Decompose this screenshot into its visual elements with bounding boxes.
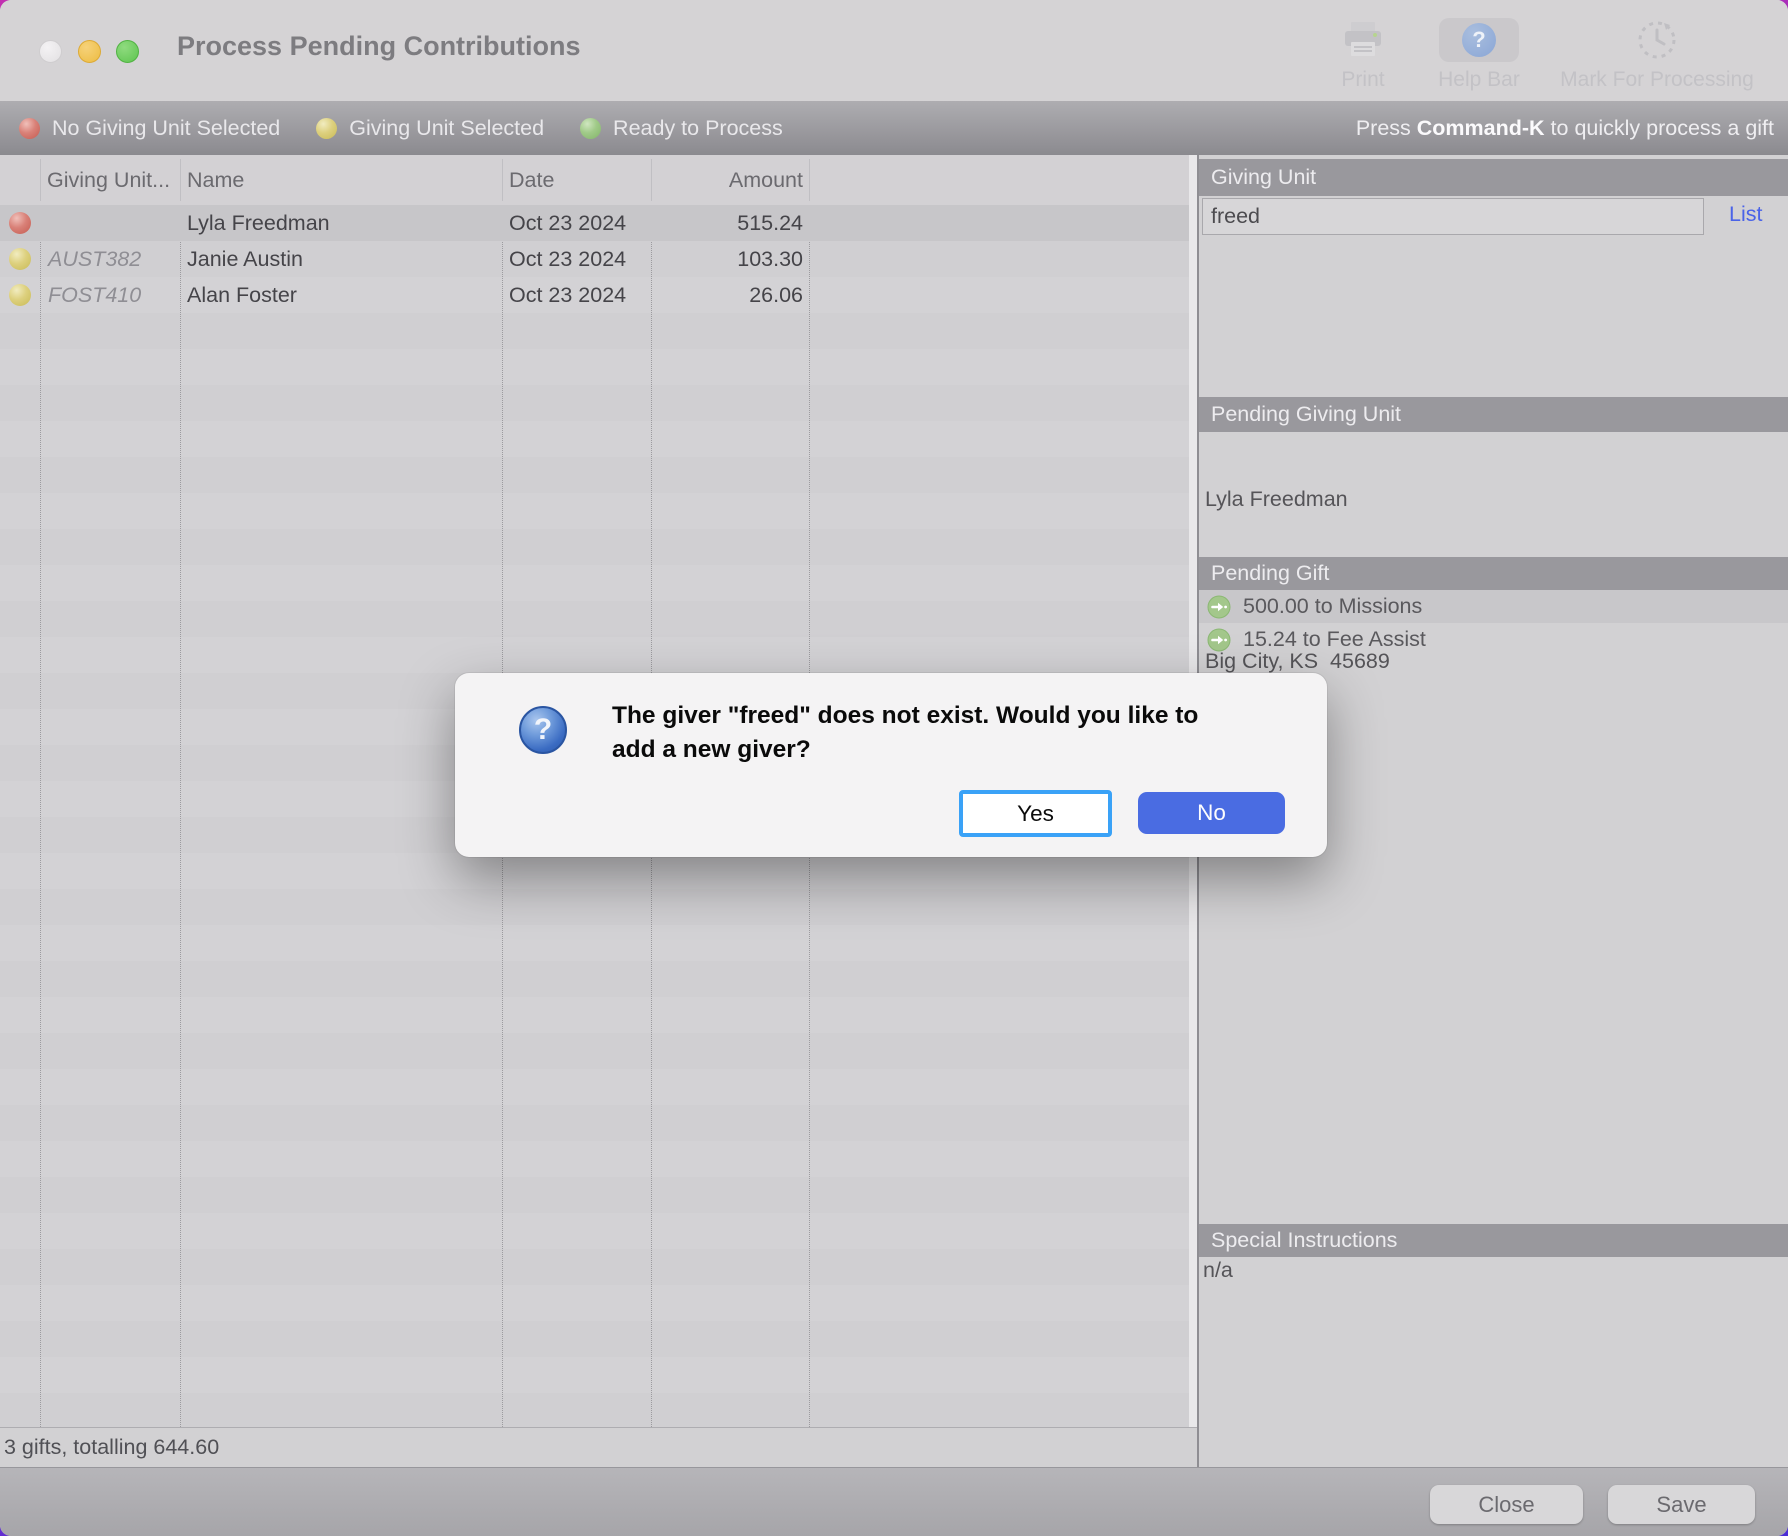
table-row[interactable]: AUST382 Janie Austin Oct 23 2024 103.30 [0,241,1189,277]
amount-cell: 103.30 [651,241,807,277]
legend-item-ready-to-process: Ready to Process [580,116,783,141]
dialog-message-line: The giver "freed" does not exist. Would … [612,699,1292,733]
gift-arrow-icon [1207,595,1231,619]
giving-unit-input[interactable] [1202,198,1704,235]
gift-item-label: 500.00 to Missions [1243,594,1422,619]
column-header-name[interactable]: Name [187,155,244,205]
yellow-status-icon [316,118,337,139]
red-status-icon [9,212,31,234]
keyboard-shortcut-hint: Press Command-K to quickly process a gif… [1356,116,1788,141]
legend-label: Ready to Process [613,116,783,141]
print-label: Print [1318,68,1408,92]
table-row[interactable]: Lyla Freedman Oct 23 2024 515.24 [0,205,1189,241]
help-bar-label: Help Bar [1418,68,1540,92]
shortcut-key: Command-K [1417,116,1545,140]
add-giver-dialog: ? The giver "freed" does not exist. Woul… [455,673,1327,857]
pending-gift-item[interactable]: 15.24 to Fee Assist [1199,623,1788,656]
column-divider [40,205,41,1427]
window-close-button[interactable] [39,40,62,63]
legend-item-no-giving-unit: No Giving Unit Selected [19,116,280,141]
yellow-status-icon [9,248,31,270]
legend-label: No Giving Unit Selected [52,116,280,141]
window-minimize-button[interactable] [78,40,101,63]
special-instructions-value: n/a [1203,1258,1233,1283]
name-cell: Janie Austin [187,241,303,277]
print-button[interactable]: Print [1318,16,1408,92]
window-zoom-button[interactable] [116,40,139,63]
app-window: Process Pending Contributions Print ? He… [0,0,1788,1536]
gifts-total-status: 3 gifts, totalling 644.60 [0,1427,1197,1467]
dialog-message-line: add a new giver? [612,733,1292,767]
table-header: Giving Unit... Name Date Amount [0,155,1189,205]
yellow-status-icon [9,284,31,306]
footer-bar: Close Save [0,1467,1788,1536]
pending-gift-section-header: Pending Gift [1199,557,1788,590]
help-icon: ? [1418,16,1540,64]
mark-for-processing-button[interactable]: Mark For Processing [1548,16,1766,92]
clock-icon [1548,16,1766,64]
pending-gift-item[interactable]: 500.00 to Missions [1199,590,1788,623]
yes-button[interactable]: Yes [959,790,1112,837]
date-cell: Oct 23 2024 [509,277,626,313]
close-button[interactable]: Close [1430,1485,1583,1524]
gift-item-label: 15.24 to Fee Assist [1243,627,1426,652]
red-status-icon [19,118,40,139]
date-cell: Oct 23 2024 [509,241,626,277]
mark-for-processing-label: Mark For Processing [1548,68,1766,92]
printer-icon [1318,16,1408,64]
giving-unit-section-header: Giving Unit [1199,159,1788,196]
address-line: Lyla Freedman [1205,486,1390,513]
name-cell: Alan Foster [187,277,297,313]
save-button[interactable]: Save [1608,1485,1755,1524]
gift-arrow-icon [1207,628,1231,652]
giving-unit-cell: AUST382 [48,241,141,277]
help-bar-button[interactable]: ? Help Bar [1418,16,1540,92]
date-cell: Oct 23 2024 [509,205,626,241]
title-bar: Process Pending Contributions Print ? He… [0,0,1788,101]
no-button[interactable]: No [1138,792,1285,834]
column-divider [180,205,181,1427]
special-instructions-section-header: Special Instructions [1199,1224,1788,1257]
amount-cell: 515.24 [651,205,807,241]
legend-item-giving-unit-selected: Giving Unit Selected [316,116,544,141]
green-status-icon [580,118,601,139]
pending-giving-unit-section-header: Pending Giving Unit [1199,397,1788,432]
window-title: Process Pending Contributions [177,31,581,62]
column-header-giving-unit[interactable]: Giving Unit... [47,155,170,205]
amount-cell: 26.06 [651,277,807,313]
question-mark-icon: ? [519,706,567,754]
column-header-date[interactable]: Date [509,155,554,205]
status-legend-bar: No Giving Unit Selected Giving Unit Sele… [0,101,1788,155]
list-link[interactable]: List [1729,202,1762,227]
giving-unit-cell: FOST410 [48,277,141,313]
legend-label: Giving Unit Selected [349,116,544,141]
dialog-message: The giver "freed" does not exist. Would … [612,699,1292,767]
name-cell: Lyla Freedman [187,205,330,241]
table-row[interactable]: FOST410 Alan Foster Oct 23 2024 26.06 [0,277,1189,313]
column-header-amount[interactable]: Amount [651,155,807,205]
